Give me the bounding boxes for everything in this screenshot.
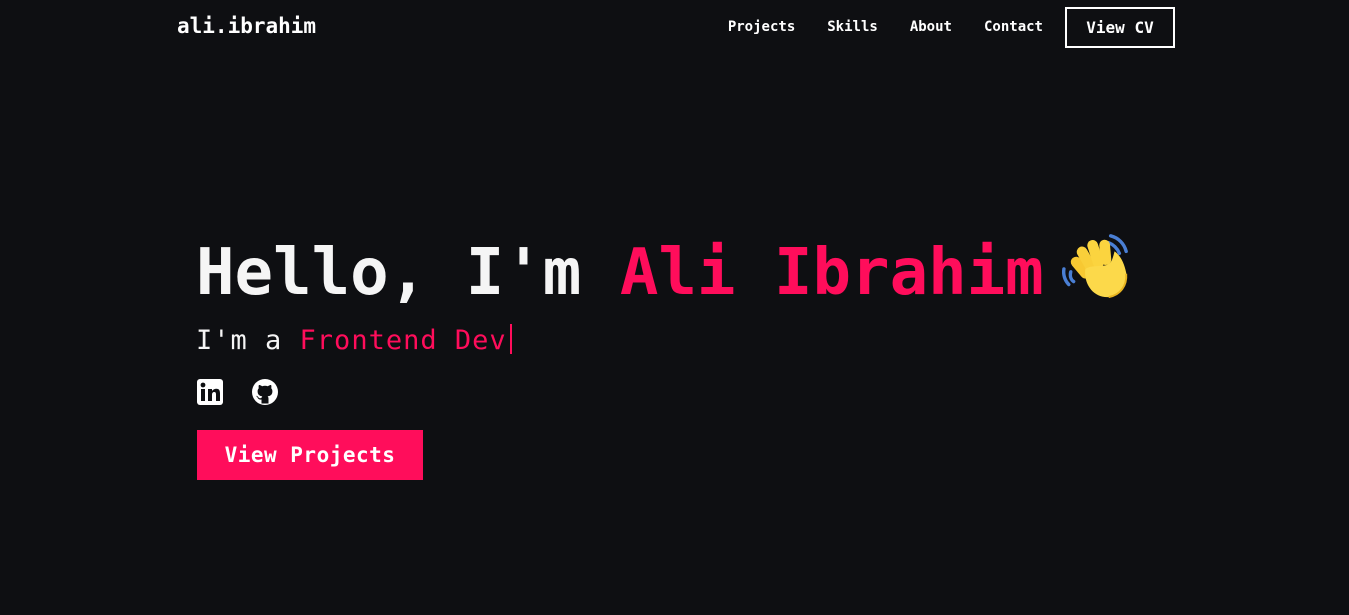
page: ali.ibrahim Projects Skills About Contac… xyxy=(0,0,1349,615)
social-links xyxy=(196,378,1136,406)
linkedin-icon[interactable] xyxy=(196,378,224,406)
nav-link-skills[interactable]: Skills xyxy=(827,19,878,35)
waving-hand-icon xyxy=(1061,234,1128,299)
hero-headline: Hello, I'm Ali Ibrahim xyxy=(196,230,1136,312)
github-icon[interactable] xyxy=(251,378,279,406)
view-cv-button[interactable]: View CV xyxy=(1065,6,1175,48)
hero-section: Hello, I'm Ali Ibrahim I'm a Frontend De… xyxy=(196,230,1136,480)
nav-link-contact[interactable]: Contact xyxy=(984,19,1043,35)
hero-greeting: Hello, I'm xyxy=(196,236,620,310)
nav-link-about[interactable]: About xyxy=(910,19,952,35)
view-projects-button[interactable]: View Projects xyxy=(197,430,423,480)
brand-logo[interactable]: ali.ibrahim xyxy=(177,14,316,38)
nav-link-projects[interactable]: Projects xyxy=(728,19,795,35)
hero-name: Ali Ibrahim xyxy=(619,236,1044,310)
navbar: ali.ibrahim Projects Skills About Contac… xyxy=(0,0,1349,56)
hero-subline: I'm a Frontend Dev xyxy=(196,324,1136,358)
typed-role: Frontend Dev xyxy=(299,325,507,356)
typing-cursor xyxy=(509,324,512,354)
sub-prefix: I'm a xyxy=(196,325,300,356)
nav-links: Projects Skills About Contact View CV xyxy=(728,6,1175,48)
